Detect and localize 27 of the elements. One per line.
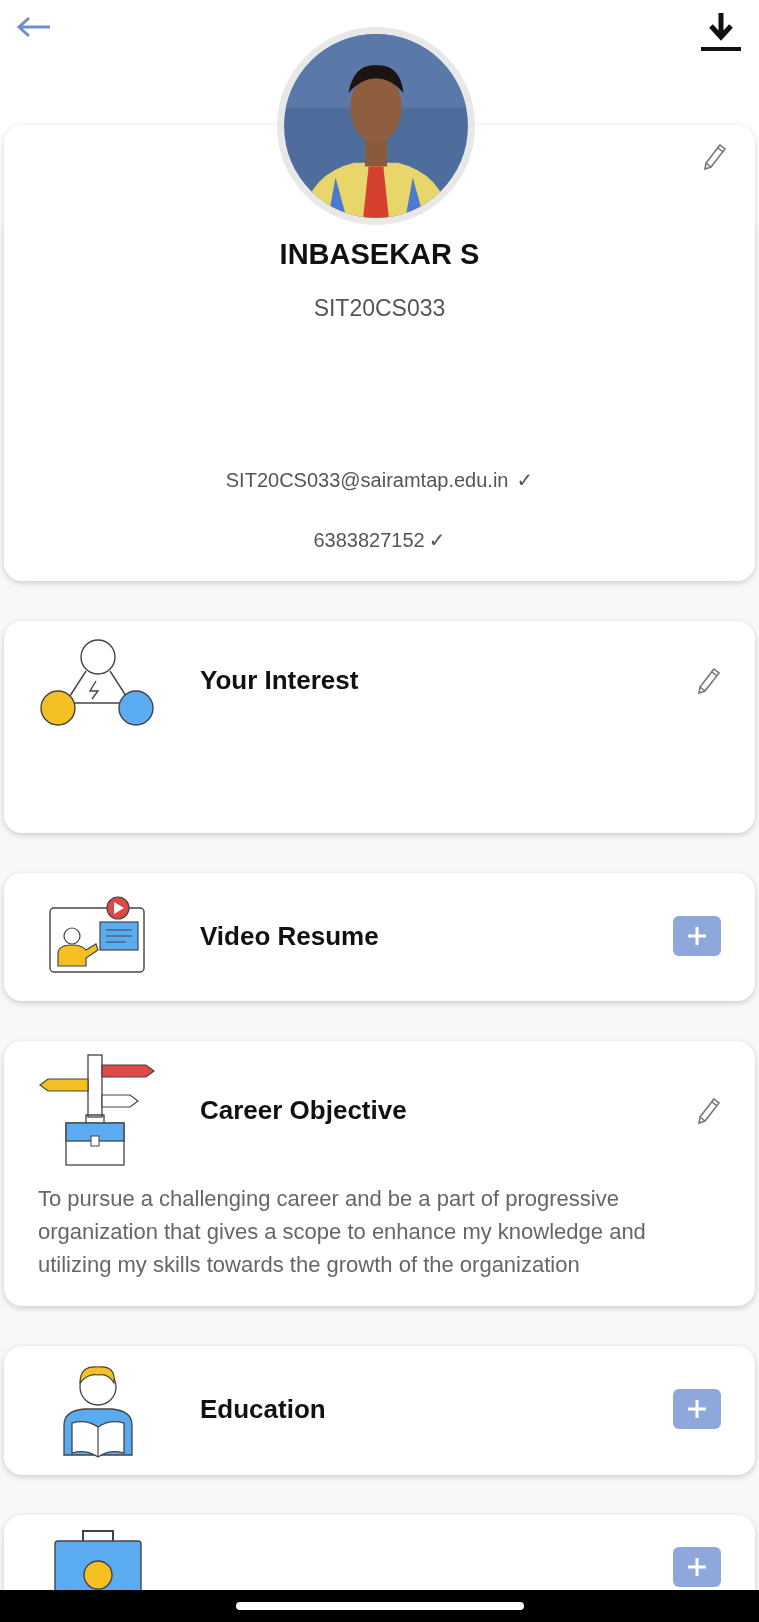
plus-icon (686, 1556, 708, 1578)
pencil-icon (703, 143, 727, 171)
pencil-icon (697, 1096, 721, 1125)
email-text: SIT20CS033@sairamtap.edu.in (225, 468, 509, 493)
pencil-icon (697, 666, 721, 695)
edit-button[interactable] (703, 143, 727, 171)
add-button[interactable] (673, 1547, 721, 1587)
register-number: SIT20CS033 (312, 293, 447, 323)
verified-mark: ✓ (516, 468, 534, 493)
add-button[interactable] (673, 916, 721, 956)
section-title: Your Interest (200, 664, 360, 697)
student-name: INBASEKAR S (278, 237, 481, 272)
edit-button[interactable] (697, 1096, 721, 1125)
section-title: Education (200, 1392, 327, 1426)
section-title: Video Resume (200, 919, 380, 953)
section-title: Career Objective (200, 1094, 408, 1127)
add-button[interactable] (673, 1389, 721, 1429)
phone-text: 6383827152 (313, 528, 425, 553)
home-handle[interactable] (235, 1602, 524, 1610)
video-presentation-icon (48, 896, 148, 976)
back-button[interactable] (16, 14, 52, 38)
objective-text: To pursue a challenging career and be a part of progressive organization that gives a scope to enhance my knowledge and utilizing my skills towards the growth of the organization (38, 1185, 647, 1279)
plus-icon (686, 925, 708, 947)
plus-icon (686, 1398, 708, 1420)
edit-button[interactable] (697, 666, 721, 695)
download-button[interactable] (699, 10, 743, 54)
verified-mark: ✓ (428, 528, 446, 553)
